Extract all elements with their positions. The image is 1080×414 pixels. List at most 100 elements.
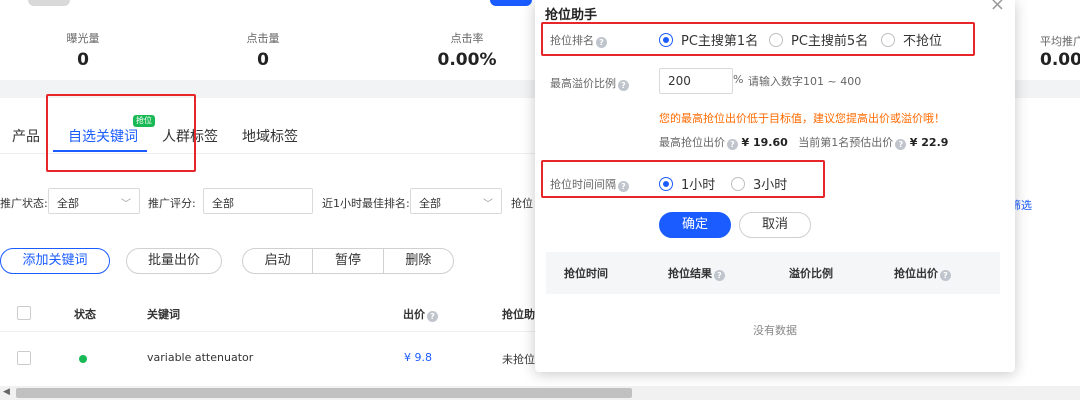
mth-result-label: 抢位结果 bbox=[668, 267, 712, 280]
row-assist-status: 未抢位 bbox=[502, 353, 535, 366]
modal-title: 抢位助手 bbox=[545, 8, 598, 23]
warning-text: 您的最高抢位出价低于目标值，建议您提高出价或溢价哦！ bbox=[659, 112, 945, 125]
pause-button[interactable]: 暂停 bbox=[313, 249, 384, 273]
rank-label-text: 抢位排名 bbox=[550, 34, 594, 47]
help-icon[interactable]: ? bbox=[596, 37, 607, 48]
status-active-icon bbox=[79, 355, 87, 363]
rank-option-top1[interactable]: PC主搜第1名 bbox=[659, 30, 758, 49]
radio-selected-icon bbox=[659, 33, 673, 47]
est-label: 当前第1名预估出价 bbox=[798, 136, 894, 149]
max-ratio-input[interactable]: 200 bbox=[659, 68, 733, 94]
interval-label-text: 抢位时间间隔 bbox=[550, 178, 616, 191]
table-header: 状态 关键词 出价? 抢位助 bbox=[0, 294, 540, 332]
th-assist: 抢位助 bbox=[502, 308, 535, 321]
top-toggle-switch[interactable] bbox=[28, 0, 70, 6]
th-keyword: 关键词 bbox=[147, 308, 180, 321]
stat-value: 0.00% bbox=[437, 50, 497, 70]
rank-option-none[interactable]: 不抢位 bbox=[881, 30, 942, 49]
interval-option-label: 1小时 bbox=[681, 178, 716, 193]
radio-icon bbox=[881, 33, 895, 47]
bid-info: 最高抢位出价? ¥ 19.60 当前第1名预估出价? ¥ 22.9 bbox=[659, 134, 948, 150]
tab-audience-tags[interactable]: 人群标签 bbox=[162, 126, 218, 146]
help-icon[interactable]: ? bbox=[618, 181, 629, 192]
add-keyword-button[interactable]: 添加关键词 bbox=[0, 248, 110, 274]
help-icon[interactable]: ? bbox=[895, 139, 907, 150]
filter-score-input[interactable]: 全部 bbox=[203, 188, 313, 214]
ratio-hint: 请输入数字101 ~ 400 bbox=[748, 75, 862, 88]
row-bid[interactable]: ¥ 9.8 bbox=[404, 351, 432, 364]
th-bid: 出价? bbox=[403, 306, 438, 322]
filter-rank-value: 全部 bbox=[419, 197, 441, 210]
tab-bar: 产品 自选关键词 人群标签 地域标签 bbox=[0, 110, 540, 154]
bid-assistant-modal: 抢位助手 × 抢位排名? PC主搜第1名 PC主搜前5名 不抢位 最高溢价比例?… bbox=[535, 0, 1015, 372]
chevron-down-icon: ﹀ bbox=[121, 199, 131, 210]
chevron-down-icon: ﹀ bbox=[483, 199, 493, 210]
row-checkbox[interactable] bbox=[17, 351, 31, 365]
mth-bid: 抢位出价? bbox=[894, 265, 951, 281]
radio-icon bbox=[731, 177, 745, 191]
radio-icon bbox=[769, 33, 783, 47]
scrollbar-thumb[interactable] bbox=[16, 388, 632, 398]
mth-ratio: 溢价比例 bbox=[789, 267, 833, 280]
stat-label: 点击率 bbox=[450, 32, 484, 45]
cancel-button[interactable]: 取消 bbox=[739, 212, 811, 238]
batch-bid-button[interactable]: 批量出价 bbox=[126, 248, 222, 274]
radio-selected-icon bbox=[659, 177, 673, 191]
table-row: variable attenuator ¥ 9.8 未抢位 bbox=[0, 334, 540, 382]
filter-status-label: 推广状态: bbox=[0, 197, 48, 210]
filter-score-value: 全部 bbox=[212, 197, 234, 210]
delete-button[interactable]: 删除 bbox=[384, 249, 453, 273]
filter-rank-label: 近1小时最佳排名: bbox=[322, 197, 410, 210]
tab-custom-keywords[interactable]: 自选关键词 bbox=[68, 126, 138, 146]
start-button[interactable]: 启动 bbox=[243, 249, 314, 273]
th-bid-label: 出价 bbox=[403, 308, 425, 321]
tab-products[interactable]: 产品 bbox=[12, 126, 40, 146]
filter-status-value: 全部 bbox=[57, 197, 79, 210]
rank-option-label: PC主搜第1名 bbox=[681, 34, 759, 49]
stat-avg-value: 0.00 bbox=[1040, 50, 1080, 70]
filter-score-label: 推广评分: bbox=[148, 197, 196, 210]
top-toggle-switch-on[interactable] bbox=[490, 0, 532, 6]
rank-option-top5[interactable]: PC主搜前5名 bbox=[769, 30, 868, 49]
rank-option-label: 不抢位 bbox=[903, 34, 943, 49]
stat-ctr: 点击率 0.00% bbox=[392, 30, 542, 70]
empty-state: 没有数据 bbox=[753, 324, 797, 337]
rank-label: 抢位排名? bbox=[550, 32, 607, 48]
select-all-checkbox[interactable] bbox=[17, 306, 31, 320]
mth-time: 抢位时间 bbox=[564, 267, 608, 280]
help-icon[interactable]: ? bbox=[727, 139, 738, 150]
stat-avg-label: 平均推广 bbox=[1040, 35, 1080, 48]
help-icon[interactable]: ? bbox=[618, 80, 629, 91]
stat-value: 0 bbox=[77, 50, 89, 70]
filter-bid-label: 抢位 bbox=[511, 197, 533, 210]
help-icon[interactable]: ? bbox=[427, 311, 438, 322]
tab-active-indicator bbox=[53, 150, 147, 152]
row-keyword: variable attenuator bbox=[147, 351, 254, 364]
bid-badge: 抢位 bbox=[133, 115, 155, 127]
stat-impressions: 曝光量 0 bbox=[8, 30, 158, 70]
help-icon[interactable]: ? bbox=[714, 270, 725, 281]
tab-region-tags[interactable]: 地域标签 bbox=[242, 126, 298, 146]
max-ratio-label: 最高溢价比例? bbox=[550, 75, 629, 91]
stat-label: 点击量 bbox=[246, 32, 280, 45]
mth-result: 抢位结果? bbox=[668, 265, 725, 281]
close-icon[interactable]: × bbox=[990, 0, 1005, 15]
mth-bid-label: 抢位出价 bbox=[894, 267, 938, 280]
filter-bar: 推广状态: 全部 ﹀ 推广评分: 全部 近1小时最佳排名: 全部 ﹀ 抢位 bbox=[0, 188, 540, 216]
confirm-button[interactable]: 确定 bbox=[659, 212, 731, 238]
horizontal-scrollbar[interactable]: ◀ bbox=[0, 386, 1080, 400]
filter-rank-select[interactable]: 全部 ﹀ bbox=[410, 188, 502, 214]
history-table-header: 抢位时间 抢位结果? 溢价比例 抢位出价? bbox=[546, 252, 1000, 294]
help-icon[interactable]: ? bbox=[940, 270, 951, 281]
interval-option-1h[interactable]: 1小时 bbox=[659, 174, 715, 193]
max-ratio-label-text: 最高溢价比例 bbox=[550, 77, 616, 90]
stat-label: 曝光量 bbox=[66, 32, 100, 45]
interval-option-label: 3小时 bbox=[753, 178, 788, 193]
stat-clicks: 点击量 0 bbox=[188, 30, 338, 70]
interval-option-3h[interactable]: 3小时 bbox=[731, 174, 787, 193]
scroll-left-icon[interactable]: ◀ bbox=[3, 387, 10, 397]
percent-suffix: % bbox=[733, 73, 744, 86]
filter-status-select[interactable]: 全部 ﹀ bbox=[48, 188, 140, 214]
interval-label: 抢位时间间隔? bbox=[550, 176, 629, 192]
est-value: ¥ 22.9 bbox=[909, 136, 949, 149]
